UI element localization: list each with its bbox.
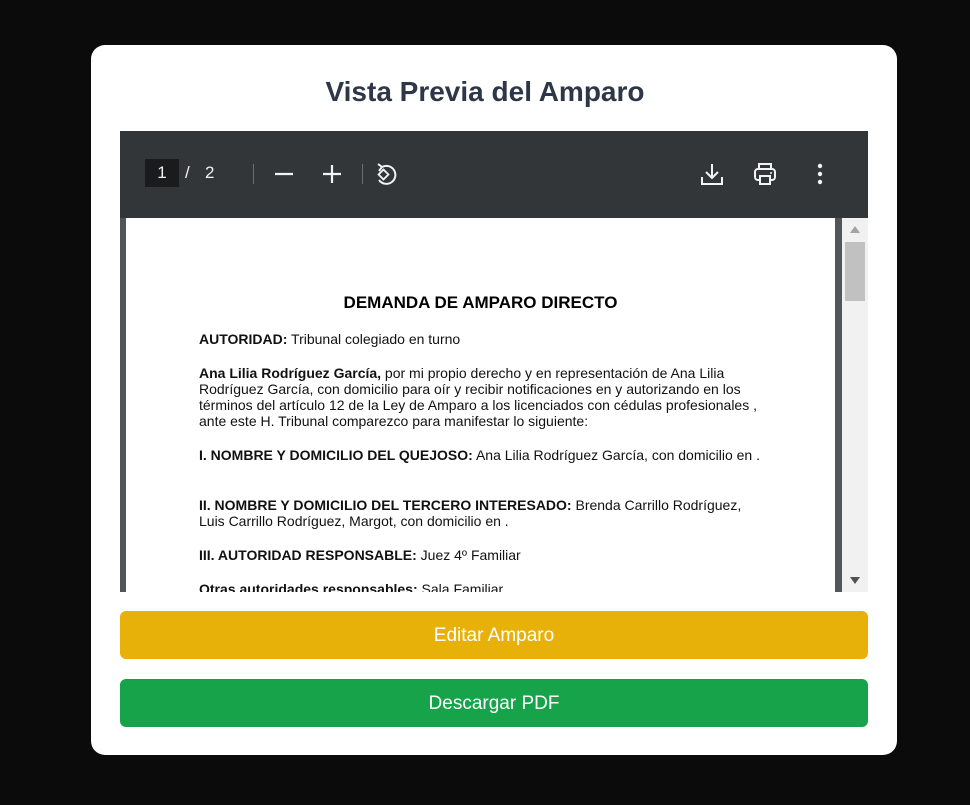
toolbar-divider (362, 164, 363, 184)
scrollbar-thumb[interactable] (845, 242, 865, 301)
otras-paragraph: Otras autoridades responsables: Sala Fam… (199, 581, 769, 592)
intro-name: Ana Lilia Rodríguez García, (199, 365, 382, 381)
download-pdf-button[interactable]: Descargar PDF (120, 679, 868, 727)
download-icon[interactable] (699, 161, 725, 187)
pdf-toolbar: 1 / 2 (120, 131, 868, 218)
page-number-input[interactable]: 1 (145, 159, 179, 187)
document-scroll-area[interactable]: DEMANDA DE AMPARO DIRECTO AUTORIDAD: Tri… (120, 218, 842, 592)
modal-title: Vista Previa del Amparo (325, 76, 645, 107)
more-options-icon[interactable] (807, 161, 833, 187)
autoridad-label: AUTORIDAD: (199, 331, 288, 347)
quejoso-paragraph: I. NOMBRE Y DOMICILIO DEL QUEJOSO: Ana L… (199, 447, 769, 463)
pdf-viewer: 1 / 2 DEMANDA DE AMPARO DIRECTO AUTORIDA… (120, 131, 868, 592)
scroll-up-arrow-icon[interactable] (850, 226, 860, 233)
document-title: DEMANDA DE AMPARO DIRECTO (343, 293, 618, 312)
zoom-in-icon[interactable] (319, 161, 345, 187)
zoom-out-icon[interactable] (271, 161, 297, 187)
print-icon[interactable] (752, 161, 778, 187)
autoridad-paragraph: AUTORIDAD: Tribunal colegiado en turno (199, 331, 769, 347)
scroll-down-arrow-icon[interactable] (850, 577, 860, 584)
quejoso-value: Ana Lilia Rodríguez García, con domicili… (472, 447, 760, 463)
quejoso-label: I. NOMBRE Y DOMICILIO DEL QUEJOSO: (199, 447, 473, 463)
document-page: DEMANDA DE AMPARO DIRECTO AUTORIDAD: Tri… (126, 218, 835, 592)
responsable-label: III. AUTORIDAD RESPONSABLE: (199, 547, 417, 563)
tercero-label: II. NOMBRE Y DOMICILIO DEL TERCERO INTER… (199, 497, 572, 513)
autoridad-value: Tribunal colegiado en turno (287, 331, 461, 347)
tercero-paragraph: II. NOMBRE Y DOMICILIO DEL TERCERO INTER… (199, 497, 769, 529)
page-separator: / (185, 163, 190, 182)
otras-label: Otras autoridades responsables: (199, 581, 418, 592)
rotate-icon[interactable] (373, 161, 399, 187)
otras-value: Sala Familiar (417, 581, 504, 592)
document-scrollbar[interactable] (842, 218, 868, 592)
intro-paragraph: Ana Lilia Rodríguez García, por mi propi… (199, 365, 769, 429)
responsable-paragraph: III. AUTORIDAD RESPONSABLE: Juez 4º Fami… (199, 547, 769, 563)
page-total: 2 (205, 163, 215, 182)
responsable-value: Juez 4º Familiar (416, 547, 521, 563)
edit-amparo-button[interactable]: Editar Amparo (120, 611, 868, 659)
toolbar-divider (253, 164, 254, 184)
